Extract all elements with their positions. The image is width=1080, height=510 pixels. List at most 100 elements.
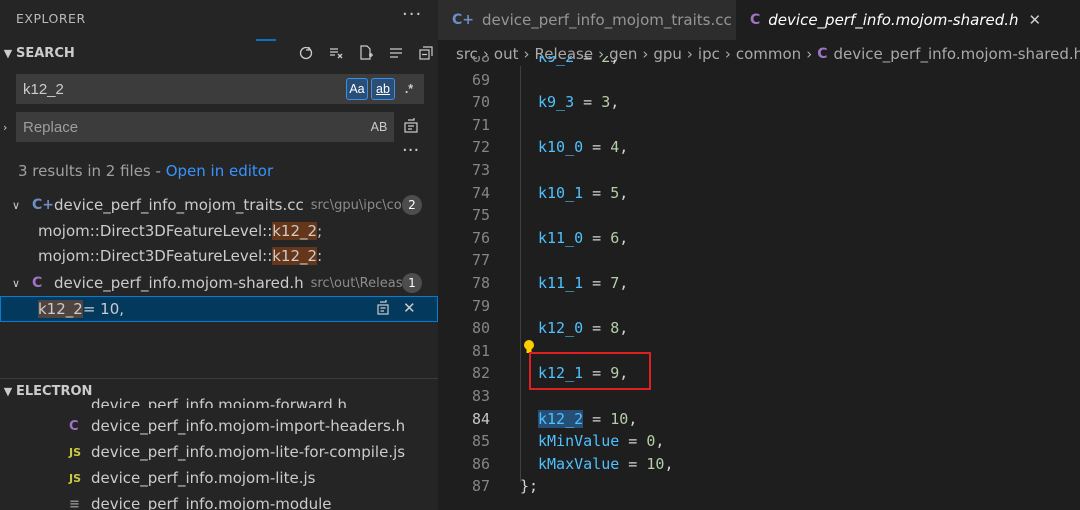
enum-constant: kMaxValue <box>538 454 620 473</box>
code-text: k12_2 = 10, <box>538 409 638 428</box>
code-punctuation: , <box>619 274 629 292</box>
enum-constant: k9_2 <box>538 56 575 66</box>
number-literal: 5 <box>610 183 620 202</box>
toggle-replace-chevron-icon[interactable]: › <box>3 112 13 142</box>
result-file-row[interactable]: ∨ C device_perf_info.mojom-shared.h src\… <box>0 271 438 295</box>
number-literal: 4 <box>610 138 620 157</box>
code-punctuation: , <box>619 228 629 247</box>
code-text: k12_0 = 8, <box>538 319 628 337</box>
line-number: 75 <box>471 206 490 225</box>
code-operator: = <box>619 454 647 473</box>
code-punctuation: , <box>619 138 629 157</box>
code-line[interactable]: 70 k9_3 = 3, <box>438 91 1080 113</box>
results-summary: 3 results in 2 files - Open in editor <box>18 162 273 180</box>
chevron-down-icon: ∨ <box>11 276 21 290</box>
result-file-row[interactable]: ∨ C+ device_perf_info_mojom_traits.cc sr… <box>0 193 438 217</box>
code-line[interactable]: 86 kMaxValue = 10, <box>438 453 1080 475</box>
result-match-row[interactable]: mojom::Direct3DFeatureLevel:: k12_2: <box>0 244 438 268</box>
clear-results-icon[interactable] <box>326 43 346 63</box>
result-count-badge: 2 <box>402 195 422 215</box>
code-line[interactable]: 87}; <box>438 475 1080 497</box>
tree-file-row[interactable]: JS device_perf_info.mojom-lite-for-compi… <box>0 439 438 465</box>
search-input-box: Aa ab .* <box>16 74 424 104</box>
result-match-row[interactable]: mojom::Direct3DFeatureLevel:: k12_2; <box>0 219 438 243</box>
code-line[interactable]: 72 k10_0 = 4, <box>438 136 1080 158</box>
code-line[interactable]: 76 k11_0 = 6, <box>438 227 1080 249</box>
replace-icon[interactable] <box>375 299 391 319</box>
code-punctuation: , <box>628 409 638 428</box>
code-punctuation: , <box>610 93 620 112</box>
line-number: 81 <box>471 341 490 360</box>
collapse-all-icon[interactable] <box>416 43 436 63</box>
code-punctuation: , <box>619 319 629 338</box>
replace-all-icon[interactable] <box>402 116 420 138</box>
tree-file-row[interactable]: C device_perf_info.mojom-import-headers.… <box>0 413 438 439</box>
enum-constant: k11_1 <box>538 274 584 292</box>
tab-label: device_perf_info.mojom-shared.h <box>768 11 1019 29</box>
toggle-search-details-icon[interactable]: ··· <box>402 140 419 161</box>
code-line[interactable]: 80 k12_0 = 8, <box>438 317 1080 339</box>
code-text: k11_1 = 7, <box>538 274 628 292</box>
match-suffix: : <box>317 247 323 265</box>
tree-file-name: device_perf_info.mojom-forward.h <box>91 396 348 408</box>
code-line[interactable]: 74 k10_1 = 5, <box>438 182 1080 204</box>
c-header-file-icon: C <box>750 12 761 28</box>
code-line[interactable]: 78 k11_1 = 7, <box>438 272 1080 294</box>
code-operator: = <box>619 432 647 451</box>
new-search-editor-icon[interactable] <box>356 43 376 63</box>
tree-file-name: device_perf_info.mojom-module <box>91 495 332 510</box>
line-number: 69 <box>471 70 490 89</box>
line-number: 73 <box>471 161 490 179</box>
more-actions-icon[interactable]: ··· <box>402 4 422 25</box>
preserve-case-toggle[interactable]: AB <box>368 116 390 138</box>
close-icon[interactable]: ✕ <box>1029 11 1042 29</box>
tab-traits-cc[interactable]: C+ device_perf_info_mojom_traits.cc <box>438 0 736 40</box>
code-text: k9_2 = 2, <box>538 56 619 66</box>
line-number: 87 <box>471 477 490 496</box>
tree-file-row[interactable]: device_perf_info.mojom-forward.h <box>0 392 438 408</box>
code-line[interactable]: 73 <box>438 159 1080 181</box>
search-input[interactable] <box>17 75 346 103</box>
code-operator: = <box>583 228 611 247</box>
result-match-row-selected[interactable]: k12_2 = 10, ✕ <box>0 296 438 322</box>
code-text: k9_3 = 3, <box>538 93 619 111</box>
match-suffix: = 10, <box>82 300 125 318</box>
match-case-toggle[interactable]: Aa <box>346 78 368 100</box>
match-prefix: mojom::Direct3DFeatureLevel:: <box>38 247 273 265</box>
tree-file-name: device_perf_info.mojom-import-headers.h <box>91 417 406 435</box>
code-line[interactable]: 71 <box>438 114 1080 136</box>
open-in-editor-link[interactable]: Open in editor <box>166 162 273 180</box>
replace-input[interactable] <box>17 113 368 141</box>
code-line[interactable]: 85 kMinValue = 0, <box>438 430 1080 452</box>
number-literal: 7 <box>610 274 620 292</box>
dismiss-icon[interactable]: ✕ <box>403 299 416 319</box>
match-whole-word-toggle[interactable]: ab <box>371 78 395 100</box>
code-line[interactable]: 69 <box>438 69 1080 91</box>
line-number: 71 <box>471 115 490 134</box>
code-line-current[interactable]: 84 k12_2 = 10, <box>438 408 1080 430</box>
view-as-list-icon[interactable] <box>386 43 406 63</box>
number-literal: 8 <box>610 319 620 338</box>
use-regex-toggle[interactable]: .* <box>398 78 420 100</box>
code-line[interactable]: 79 <box>438 295 1080 317</box>
code-view[interactable]: 68 k9_2 = 2, 69 70 k9_3 = 3, 71 72 k10_0 = 4, 73… <box>438 56 1080 510</box>
line-number: 80 <box>471 319 490 338</box>
code-text: kMaxValue = 10, <box>538 455 673 473</box>
refresh-icon[interactable] <box>296 43 316 63</box>
line-number: 68 <box>471 56 490 66</box>
line-number: 84 <box>471 409 490 428</box>
code-line[interactable]: 68 k9_2 = 2, <box>438 56 1080 68</box>
search-progress-bar <box>256 39 276 41</box>
indent-guide <box>520 66 521 482</box>
code-operator: = <box>583 319 611 338</box>
result-file-name: device_perf_info_mojom_traits.cc <box>54 196 304 214</box>
tab-mojom-shared-h[interactable]: C device_perf_info.mojom-shared.h ✕ <box>736 0 1080 40</box>
tree-file-row[interactable]: ≡ device_perf_info.mojom-module <box>0 491 438 510</box>
code-line[interactable]: 75 <box>438 204 1080 226</box>
tree-file-row[interactable]: JS device_perf_info.mojom-lite.js <box>0 465 438 491</box>
code-line[interactable]: 77 <box>438 249 1080 271</box>
enum-constant: k10_0 <box>538 138 584 157</box>
cpp-file-icon: C+ <box>452 12 475 28</box>
number-literal: 10 <box>610 409 629 428</box>
line-number: 77 <box>471 251 490 270</box>
